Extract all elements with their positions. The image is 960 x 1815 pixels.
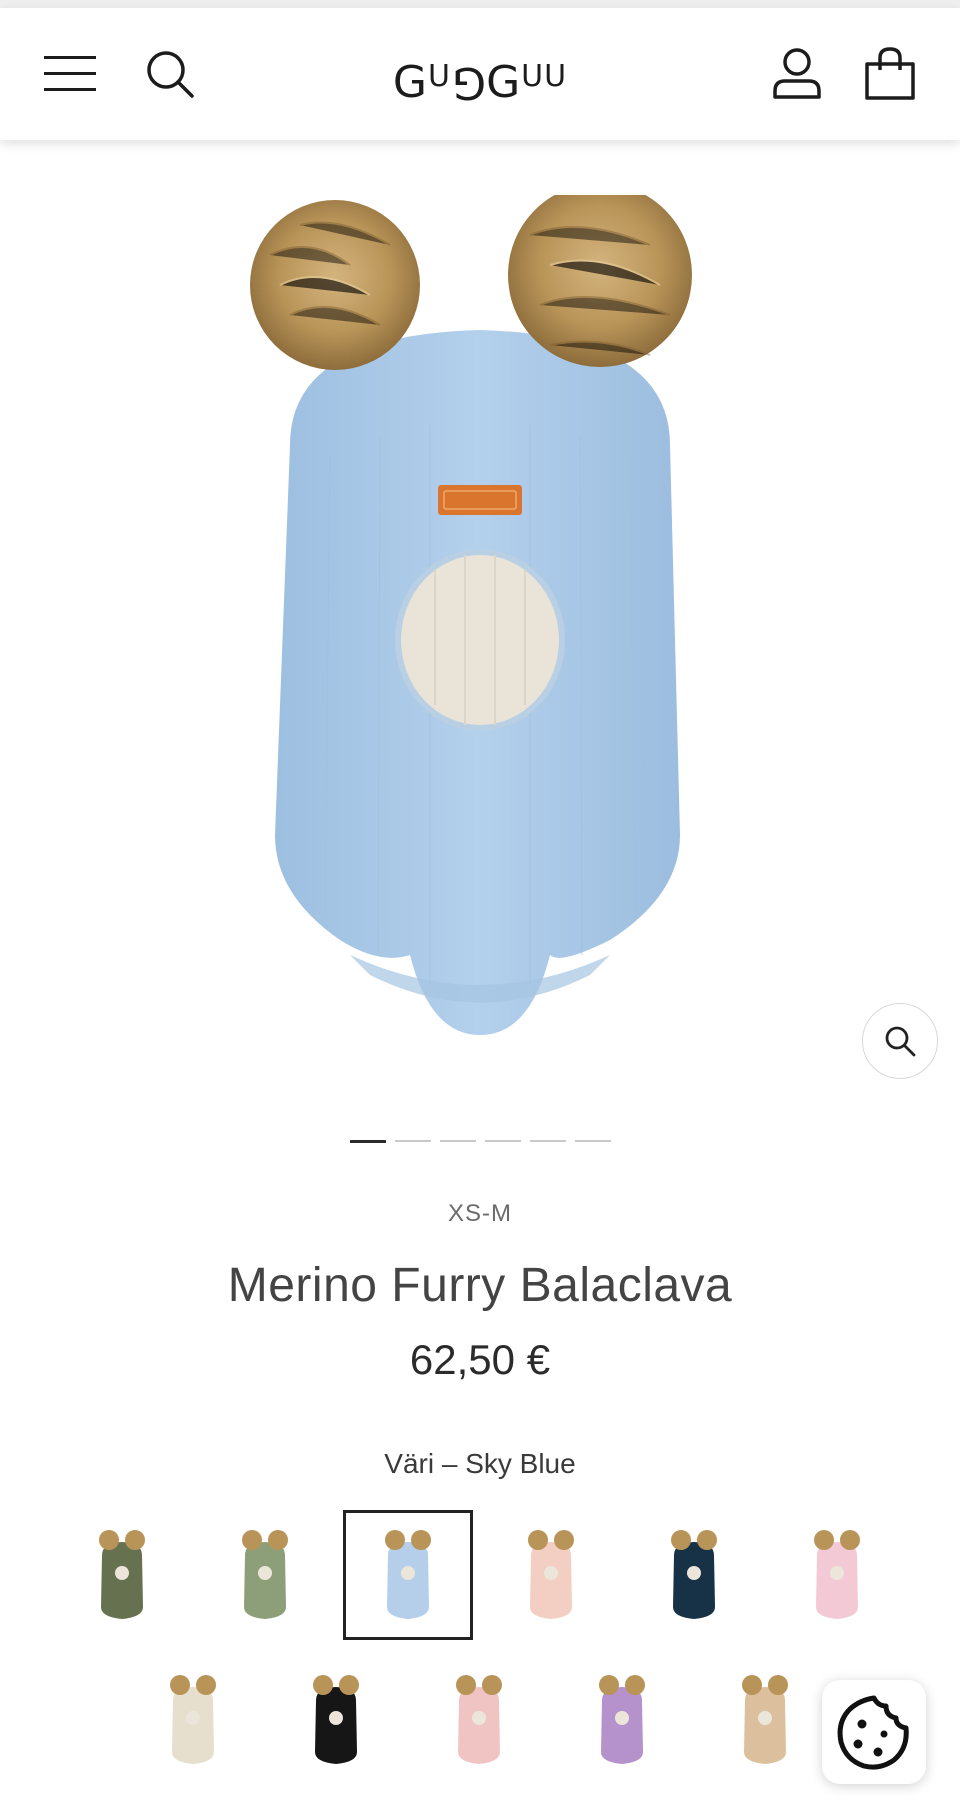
hamburger-icon [44,56,96,91]
logo-letter-4: G [486,56,522,108]
color-swatch[interactable] [700,1655,830,1785]
gallery-dot[interactable] [574,1140,611,1142]
color-swatch[interactable] [486,1510,616,1640]
product-price: 62,50 € [409,1336,551,1383]
swatch-thumbnail [99,1530,145,1619]
gallery-dot[interactable] [394,1140,431,1142]
logo-letter-1: G [392,56,428,108]
swatch-thumbnail [671,1530,717,1619]
magnifier-icon [885,1026,916,1057]
product-image-balaclava[interactable] [230,195,730,1075]
swatch-thumbnail [528,1530,574,1619]
color-swatch[interactable] [772,1510,902,1640]
status-strip [0,0,960,8]
logo-letter-3: G [450,56,487,108]
swatch-thumbnail [170,1675,216,1764]
logo-letter-2: U [427,58,451,94]
logo-letter-6: U [544,58,568,94]
gallery-dot[interactable] [349,1140,386,1143]
user-icon [773,48,821,99]
color-swatch[interactable] [629,1510,759,1640]
color-swatch[interactable] [414,1655,544,1785]
color-swatch[interactable] [271,1655,401,1785]
swatch-thumbnail [814,1530,860,1619]
search-button[interactable] [140,44,200,104]
cookie-settings-button[interactable] [822,1680,926,1784]
color-swatch[interactable] [343,1510,473,1640]
zoom-button[interactable] [862,1003,938,1079]
gallery-dot[interactable] [484,1140,521,1142]
brand-logo[interactable]: GUGGUU [330,52,630,112]
swatch-thumbnail [313,1675,359,1764]
shopping-bag-icon [865,47,915,100]
size-range: XS-M [448,1200,512,1227]
account-button[interactable] [767,44,827,104]
color-swatch[interactable] [557,1655,687,1785]
site-header: GUGGUU [0,8,960,140]
color-swatch[interactable] [128,1655,258,1785]
color-swatch[interactable] [200,1510,330,1640]
search-icon [147,51,194,98]
gallery-dot[interactable] [439,1140,476,1142]
product-title: Merino Furry Balaclava [227,1259,733,1312]
swatch-thumbnail [456,1675,502,1764]
cart-button[interactable] [860,44,920,104]
swatch-thumbnail [742,1675,788,1764]
gallery-dot[interactable] [529,1140,566,1142]
product-gallery[interactable] [0,140,960,1080]
menu-button[interactable] [40,44,100,104]
cookie-icon [837,1695,909,1770]
gallery-pagination [0,1140,960,1143]
swatch-thumbnail [599,1675,645,1764]
color-label: Väri – Sky Blue [384,1448,576,1479]
swatch-thumbnail [385,1530,431,1619]
logo-letter-5: U [521,58,545,94]
color-swatch[interactable] [57,1510,187,1640]
swatch-thumbnail [242,1530,288,1619]
